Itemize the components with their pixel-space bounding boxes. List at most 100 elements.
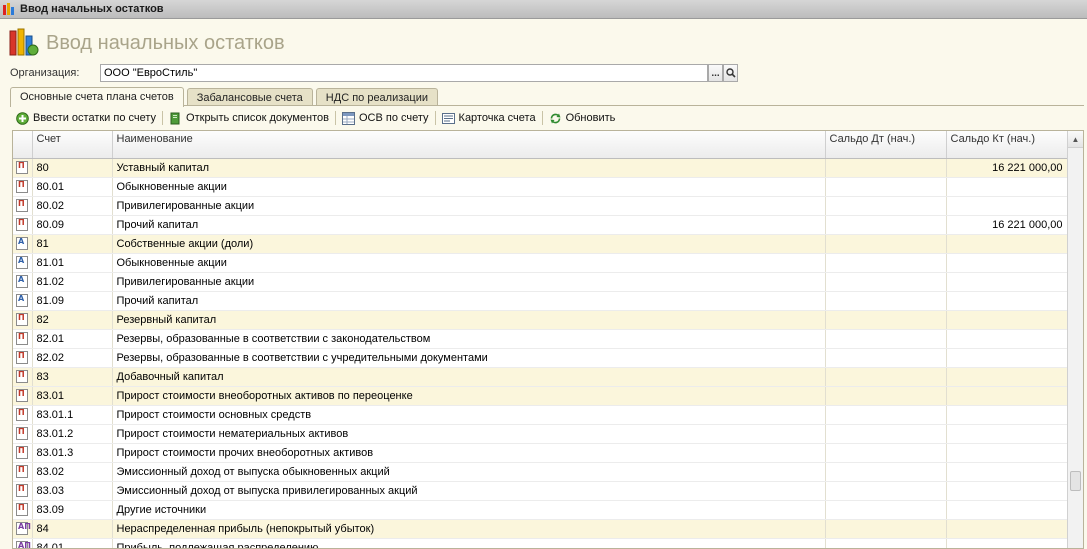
column-header-account[interactable]: Счет [32, 131, 113, 159]
debit-balance-cell[interactable] [825, 424, 947, 444]
debit-balance-cell[interactable] [825, 367, 947, 387]
account-name-cell[interactable]: Собственные акции (доли) [112, 234, 826, 254]
account-name-cell[interactable]: Прочий капитал [112, 291, 826, 311]
debit-balance-cell[interactable] [825, 481, 947, 501]
table-row[interactable]: П 83.09 Другие источники [13, 500, 1070, 520]
account-code-cell[interactable]: 83.03 [32, 481, 113, 501]
account-name-cell[interactable]: Резервы, образованные в соответствии с з… [112, 329, 826, 349]
account-code-cell[interactable]: 80.01 [32, 177, 113, 197]
osv-button[interactable]: ОСВ по счету [338, 109, 433, 127]
credit-balance-cell[interactable] [946, 424, 1070, 444]
debit-balance-cell[interactable] [825, 272, 947, 292]
table-row[interactable]: П 80.01 Обыкновенные акции [13, 177, 1070, 197]
table-row[interactable]: А 81.02 Привилегированные акции [13, 272, 1070, 292]
account-name-cell[interactable]: Прирост стоимости прочих внеоборотных ак… [112, 443, 826, 463]
account-code-cell[interactable]: 83.02 [32, 462, 113, 482]
debit-balance-cell[interactable] [825, 158, 947, 178]
account-code-cell[interactable]: 83.01.3 [32, 443, 113, 463]
account-code-cell[interactable]: 80.09 [32, 215, 113, 235]
account-code-cell[interactable]: 83.01 [32, 386, 113, 406]
debit-balance-cell[interactable] [825, 215, 947, 235]
column-header-credit-balance[interactable]: Сальдо Кт (нач.) [946, 131, 1070, 159]
debit-balance-cell[interactable] [825, 234, 947, 254]
debit-balance-cell[interactable] [825, 291, 947, 311]
debit-balance-cell[interactable] [825, 462, 947, 482]
credit-balance-cell[interactable]: 16 221 000,00 [946, 158, 1070, 178]
account-name-cell[interactable]: Прирост стоимости внеоборотных активов п… [112, 386, 826, 406]
account-code-cell[interactable]: 80 [32, 158, 113, 178]
organization-search-button[interactable] [723, 64, 738, 82]
table-row[interactable]: П 83.02 Эмиссионный доход от выпуска обыкн… [13, 462, 1070, 482]
scroll-thumb[interactable] [1070, 471, 1081, 491]
debit-balance-cell[interactable] [825, 443, 947, 463]
debit-balance-cell[interactable] [825, 196, 947, 216]
credit-balance-cell[interactable] [946, 405, 1070, 425]
account-code-cell[interactable]: 84.01 [32, 538, 113, 548]
table-row[interactable]: А 81.09 Прочий капитал [13, 291, 1070, 311]
debit-balance-cell[interactable] [825, 329, 947, 349]
account-name-cell[interactable]: Прирост стоимости нематериальных активов [112, 424, 826, 444]
debit-balance-cell[interactable] [825, 253, 947, 273]
column-header-name[interactable]: Наименование [112, 131, 826, 159]
tab-off-balance-accounts[interactable]: Забалансовые счета [186, 88, 313, 106]
account-code-cell[interactable]: 82 [32, 310, 113, 330]
table-row[interactable]: АП 84.01 Прибыль, подлежащая распределению [13, 538, 1070, 548]
debit-balance-cell[interactable] [825, 405, 947, 425]
debit-balance-cell[interactable] [825, 310, 947, 330]
credit-balance-cell[interactable] [946, 234, 1070, 254]
table-row[interactable]: П 82.02 Резервы, образованные в соответств… [13, 348, 1070, 368]
table-row[interactable]: П 80.09 Прочий капитал 16 221 000,00 [13, 215, 1070, 235]
debit-balance-cell[interactable] [825, 500, 947, 520]
table-row[interactable]: П 80.02 Привилегированные акции [13, 196, 1070, 216]
credit-balance-cell[interactable] [946, 462, 1070, 482]
credit-balance-cell[interactable] [946, 329, 1070, 349]
credit-balance-cell[interactable] [946, 481, 1070, 501]
table-row[interactable]: А 81.01 Обыкновенные акции [13, 253, 1070, 273]
debit-balance-cell[interactable] [825, 177, 947, 197]
credit-balance-cell[interactable] [946, 177, 1070, 197]
credit-balance-cell[interactable] [946, 272, 1070, 292]
tab-main-accounts[interactable]: Основные счета плана счетов [10, 87, 184, 107]
tab-vat-sales[interactable]: НДС по реализации [315, 88, 438, 106]
organization-choose-button[interactable]: ... [708, 64, 723, 82]
debit-balance-cell[interactable] [825, 538, 947, 548]
account-code-cell[interactable]: 81.02 [32, 272, 113, 292]
account-name-cell[interactable]: Эмиссионный доход от выпуска привилегиро… [112, 481, 826, 501]
credit-balance-cell[interactable] [946, 196, 1070, 216]
account-code-cell[interactable]: 81.09 [32, 291, 113, 311]
account-code-cell[interactable]: 82.02 [32, 348, 113, 368]
account-code-cell[interactable]: 80.02 [32, 196, 113, 216]
column-header-debit-balance[interactable]: Сальдо Дт (нач.) [825, 131, 947, 159]
table-row[interactable]: П 83.01.3 Прирост стоимости прочих внеобор… [13, 443, 1070, 463]
debit-balance-cell[interactable] [825, 386, 947, 406]
organization-field[interactable]: ООО "ЕвроСтиль" [100, 64, 708, 82]
table-row[interactable]: П 83.01 Прирост стоимости внеоборотных акт… [13, 386, 1070, 406]
table-row[interactable]: П 83.03 Эмиссионный доход от выпуска приви… [13, 481, 1070, 501]
account-code-cell[interactable]: 83.01.1 [32, 405, 113, 425]
account-name-cell[interactable]: Обыкновенные акции [112, 253, 826, 273]
credit-balance-cell[interactable] [946, 253, 1070, 273]
account-card-button[interactable]: Карточка счета [438, 109, 540, 127]
account-name-cell[interactable]: Другие источники [112, 500, 826, 520]
account-code-cell[interactable]: 81 [32, 234, 113, 254]
account-name-cell[interactable]: Эмиссионный доход от выпуска обыкновенны… [112, 462, 826, 482]
table-row[interactable]: АП 84 Нераспределенная прибыль (непокрытый… [13, 519, 1070, 539]
table-row[interactable]: П 83.01.2 Прирост стоимости нематериальных… [13, 424, 1070, 444]
account-name-cell[interactable]: Резервный капитал [112, 310, 826, 330]
account-code-cell[interactable]: 82.01 [32, 329, 113, 349]
account-code-cell[interactable]: 84 [32, 519, 113, 539]
account-code-cell[interactable]: 83 [32, 367, 113, 387]
account-name-cell[interactable]: Прирост стоимости основных средств [112, 405, 826, 425]
account-name-cell[interactable]: Прибыль, подлежащая распределению [112, 538, 826, 548]
credit-balance-cell[interactable] [946, 443, 1070, 463]
account-name-cell[interactable]: Нераспределенная прибыль (непокрытый убы… [112, 519, 826, 539]
debit-balance-cell[interactable] [825, 348, 947, 368]
credit-balance-cell[interactable] [946, 310, 1070, 330]
account-code-cell[interactable]: 81.01 [32, 253, 113, 273]
table-row[interactable]: П 80 Уставный капитал 16 221 000,00 [13, 158, 1070, 178]
enter-balances-button[interactable]: Ввести остатки по счету [12, 109, 160, 127]
refresh-button[interactable]: Обновить [545, 109, 620, 127]
scroll-up-button[interactable]: ▲ [1068, 131, 1083, 148]
credit-balance-cell[interactable] [946, 367, 1070, 387]
table-row[interactable]: П 82 Резервный капитал [13, 310, 1070, 330]
